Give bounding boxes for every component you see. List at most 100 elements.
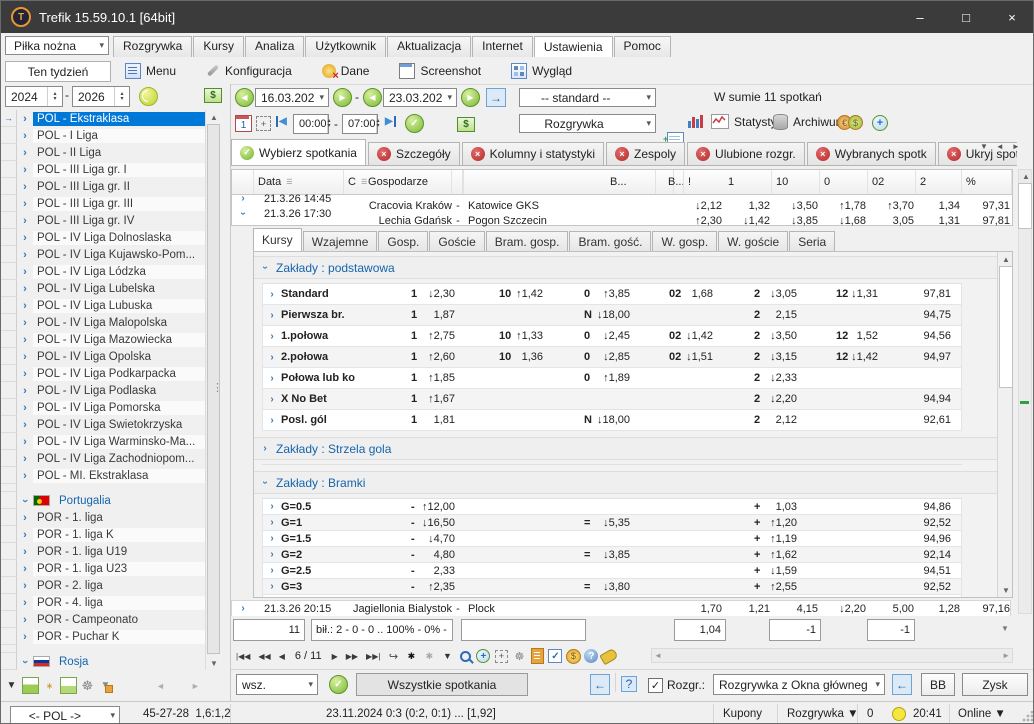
chevron-right-icon[interactable]: › (17, 130, 33, 142)
chevron-right-icon[interactable]: › (17, 546, 33, 558)
chevron-right-icon[interactable]: › (17, 512, 33, 524)
league-list-item[interactable]: › POL - III Liga gr. I (1, 161, 205, 178)
date-to-select[interactable]: 23.03.2026 ▾ (383, 88, 457, 107)
league-list-item[interactable]: › POL - IV Liga Podkarpacka (1, 365, 205, 382)
chevron-right-icon[interactable]: › (17, 181, 33, 193)
row-chevron-icon[interactable]: › (263, 310, 281, 321)
minimize-button[interactable]: – (897, 1, 943, 33)
gear-icon[interactable]: ☸ (80, 678, 95, 693)
chevron-right-icon[interactable]: › (19, 493, 31, 509)
date-from-select[interactable]: 16.03.2026 ▾ (255, 88, 329, 107)
row-chevron-icon[interactable]: › (263, 549, 281, 560)
menu-tab[interactable]: Internet (472, 36, 533, 57)
empty-field[interactable] (461, 619, 586, 641)
ribbon-button[interactable]: Konfiguracja (198, 60, 300, 82)
scrollbar-thumb[interactable] (207, 124, 220, 654)
next-page-icon[interactable]: ▶▶ (343, 650, 361, 663)
chevron-right-icon[interactable]: › (17, 470, 33, 482)
category-select[interactable]: Rozgrywka ▾ (519, 114, 656, 133)
ribbon-button[interactable]: Menu (117, 60, 184, 82)
checkbox-icon[interactable]: ✓ (547, 648, 563, 664)
coins-icon[interactable]: $ (565, 648, 581, 664)
match-row[interactable]: › 21.3.26 14:45 Cracovia Kraków - Katowi… (232, 195, 1012, 210)
league-list-item[interactable]: › POL - III Liga gr. IV (1, 212, 205, 229)
view-tab[interactable]: × Szczegóły (368, 142, 460, 165)
row-chevron-icon[interactable]: › (263, 565, 281, 576)
time-from-spinner[interactable]: 00:00 ▴▾ (293, 114, 329, 134)
year-to-spinner[interactable]: 2026 ▴▾ (72, 86, 130, 107)
resize-grip[interactable] (1021, 711, 1033, 723)
chevron-right-icon[interactable]: › (17, 563, 33, 575)
chevron-right-icon[interactable]: › (17, 164, 33, 176)
row-chevron-icon[interactable]: › (263, 331, 281, 342)
preset-select[interactable]: -- standard -- ▾ (519, 88, 656, 107)
chevron-right-icon[interactable]: › (17, 334, 33, 346)
expand-chevron-icon[interactable]: › (232, 603, 254, 614)
chevron-right-icon[interactable]: › (17, 317, 33, 329)
chevron-right-icon[interactable]: › (17, 419, 33, 431)
pager-right-icon[interactable]: ► (191, 681, 200, 691)
row-chevron-icon[interactable]: › (263, 352, 281, 363)
apply-range-button[interactable]: → (486, 88, 506, 107)
bar-chart-icon[interactable] (688, 115, 704, 128)
search-icon[interactable] (457, 648, 473, 664)
add-circle-icon[interactable]: + (475, 648, 491, 664)
chevron-right-icon[interactable]: › (17, 529, 33, 541)
league-list-item[interactable]: › POL - IV Liga Lubelska (1, 280, 205, 297)
chevron-right-icon[interactable]: › (17, 249, 33, 261)
money-icon[interactable]: $ (204, 88, 222, 103)
league-list-item[interactable]: › POL - III Liga gr. III (1, 195, 205, 212)
expand-chevron-icon[interactable]: › (238, 203, 249, 225)
odds-row[interactable]: › G=2.5 -2,33 +↓1,59 94,51 (262, 563, 962, 579)
league-list-item[interactable]: › POL - IV Liga Lubuska (1, 297, 205, 314)
tab-menu-icon[interactable]: ▼ (980, 142, 988, 151)
menu-tab[interactable]: Kursy (193, 36, 244, 57)
horizontal-scrollbar[interactable]: ◄ ► (651, 648, 1013, 663)
panel-layout2-icon[interactable] (60, 677, 77, 694)
clipboard-icon[interactable] (529, 648, 545, 664)
panel-layout-icon[interactable] (22, 677, 39, 694)
section-chevron-icon[interactable]: › (260, 257, 271, 279)
scrollbar-thumb[interactable] (1018, 183, 1032, 229)
row-chevron-icon[interactable]: › (263, 394, 281, 405)
send-left-button[interactable]: ← (590, 674, 610, 695)
balance-field[interactable]: bił.: 2 - 0 - 0 .. 100% - 0% - (311, 619, 453, 641)
scroll-up-icon[interactable]: ▲ (206, 110, 222, 124)
help-icon[interactable]: ? (583, 648, 599, 664)
date2-prev-button[interactable]: ◀ (363, 88, 382, 107)
odds-row[interactable]: › 1.połowa 1↑2,75 10↑1,33 0↓2,45 02↓1,42… (262, 326, 962, 347)
chevron-right-icon[interactable]: › (17, 232, 33, 244)
odds-row[interactable]: › G=1 -↓16,50 =↓5,35 +↑1,20 92,52 (262, 515, 962, 531)
league-list-item[interactable]: › POL - IV Liga Podlaska (1, 382, 205, 399)
chevron-right-icon[interactable]: › (17, 385, 33, 397)
view-tab[interactable]: × Kolumny i statystyki (462, 142, 604, 165)
chevron-right-icon[interactable]: › (17, 368, 33, 380)
league-list-item[interactable]: › POL - IV Liga Swietokrzyska (1, 416, 205, 433)
time-end-icon[interactable]: ▶ (385, 116, 396, 127)
rozgrywka-select[interactable]: Rozgrywka z Okna głównego ▾ (713, 674, 885, 695)
chevron-right-icon[interactable]: › (17, 198, 33, 210)
menu-tab[interactable]: Użytkownik (305, 36, 386, 57)
league-list-item[interactable]: › POL - MI. Ekstraklasa (1, 467, 205, 484)
spinner-arrows-icon[interactable]: ▴▾ (47, 87, 62, 106)
country-nav-select[interactable]: <- POL -> ▾ (10, 706, 120, 724)
year-from-spinner[interactable]: 2024 ▴▾ (5, 86, 63, 107)
league-list-item[interactable]: › Portugalia (1, 492, 205, 509)
money-icon[interactable]: $ (457, 117, 475, 132)
first-record-icon[interactable]: |◀◀ (233, 650, 253, 663)
ribbon-button[interactable]: Screenshot (391, 60, 489, 82)
scroll-up-icon[interactable]: ▲ (998, 252, 1013, 266)
league-list-item[interactable]: › (1, 645, 205, 653)
detail-subtab[interactable]: Kursy (253, 228, 302, 251)
odds-row[interactable]: › G=2 -4,80 =↓3,85 +↑1,62 92,14 (262, 547, 962, 563)
menu-tab[interactable]: Rozgrywka (113, 36, 192, 57)
odds-row[interactable]: › Połowa lub ko 1↑1,85 0↑1,89 2↓2,33 (262, 368, 962, 389)
chevron-right-icon[interactable]: › (17, 283, 33, 295)
star-muted-icon[interactable]: ✱ (421, 648, 437, 664)
pager-left-icon[interactable]: ◄ (156, 681, 165, 691)
time-to-spinner[interactable]: 07:00 ▴▾ (342, 114, 378, 134)
detail-subtab[interactable]: Wzajemne (303, 231, 378, 251)
odds-row[interactable]: › 2.połowa 1↑2,60 101,36 0↓2,85 02↓1,51 … (262, 347, 962, 368)
odds-row[interactable]: › Posl. gól 11,81 N↓18,00 22,12 92,61 (262, 410, 962, 431)
league-list-item[interactable]: › POR - 2. liga (1, 577, 205, 594)
